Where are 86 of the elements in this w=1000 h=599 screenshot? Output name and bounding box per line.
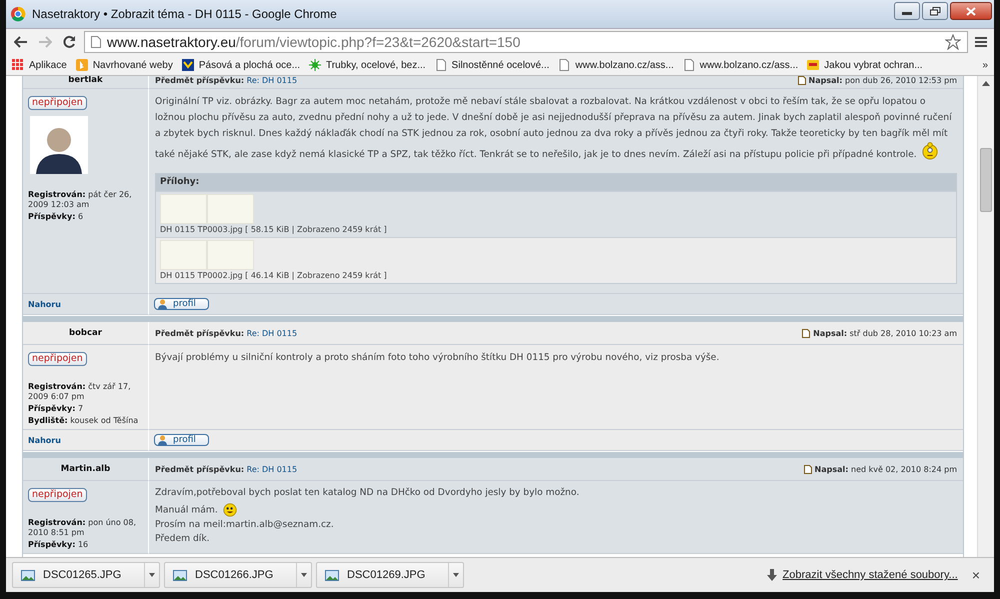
page-icon [434, 59, 447, 71]
offline-status: nepřipojen [28, 352, 87, 366]
post-date: Napsal: ned kvě 02, 2010 8:24 pm [814, 464, 957, 474]
download-item[interactable]: DSC01266.JPG [164, 562, 312, 588]
profile-info: Příspěvky: 16 [28, 540, 90, 550]
scroll-up-icon [982, 80, 990, 86]
attachment-caption: DH 0115 TP0002.jpg [ 46.14 KiB | Zobrazeno 2459 krát ] [160, 271, 387, 280]
post-text: Zdravím,potřeboval bych poslat ten katalog ND na DHčko od Dvordyho jesly by bylo možno. [155, 486, 580, 500]
subject-link[interactable]: Re: DH 0115 [246, 328, 298, 338]
caret-icon [149, 573, 155, 577]
menu-icon[interactable] [974, 36, 988, 48]
post-icon [804, 464, 812, 474]
bookmark-item[interactable]: Pásová a plochá oce... [182, 59, 300, 71]
subject-label: Předmět příspěvku: [155, 76, 244, 84]
post-text: Bývají problémy u silniční kontroly a proto sháním foto toho výrobního štítku DH 0115 pro výrobu nového, viz prosba výše. [155, 351, 720, 365]
post-icon [802, 328, 810, 338]
apps-grid-icon [12, 59, 24, 71]
image-file-icon [21, 570, 35, 580]
user-icon [158, 434, 167, 446]
offline-status: nepřipojen [28, 488, 87, 502]
scrollbar[interactable] [977, 76, 994, 557]
page-icon [91, 36, 101, 48]
bookmark-item[interactable]: www.bolzano.cz/ass... [558, 59, 674, 71]
bookmark-item[interactable]: Aplikace [12, 59, 67, 71]
bookmark-item[interactable]: Navrhované weby [76, 59, 173, 71]
profile-info: Příspěvky: 7 [28, 404, 84, 414]
bookmark-item[interactable]: Jakou vybrat ochran... [807, 59, 923, 71]
download-item[interactable]: DSC01269.JPG [316, 562, 464, 588]
post-text: Originální TP viz. obrázky. Bagr za autem moc netahám, protože mě nebaví stále sbalovat a rozbalovat. Na krátkou vzdálenost v obci to řeším tak, že se opřu lopatou o ložnou plochu přívěsu za auto, zvednu přední nohy a už to jede. V dnešní době je asi nejjednodušší přeprava na přívěsu za autem. Jinak bych zaplatil alespoň povinné ručení a zbytek bych risknul. Dnes každý náklaďák chodí na STK jednou za rok, osobní auto jednou za dva roky a přívěs jednou za čtyři roky. Takže teoreticky by ten bagřík měl mít také nějaké STK, ale zase když nemá klasické TP a SPZ, tak těžko říct. Tenkrát se to neřešilo, jak je to dnes nevím. Záleží asi na přístupu policie při případné kontrole. [155, 95, 953, 162]
document-thumbnail[interactable] [160, 194, 207, 224]
badge-icon [807, 59, 820, 71]
profile-info: Příspěvky: 6 [28, 212, 84, 222]
profile-info: Registrován: pon úno 08, 2010 8:51 pm [28, 518, 138, 538]
caret-icon [453, 573, 459, 577]
user-icon [158, 298, 167, 310]
profile-button[interactable]: profil [154, 434, 209, 446]
image-file-icon [325, 570, 339, 580]
subject-label: Předmět příspěvku: [155, 464, 244, 474]
close-button[interactable] [950, 2, 992, 20]
post-author: Martin.alb [60, 463, 112, 476]
chrome-logo-icon [10, 6, 26, 22]
attachments-title: Přílohy: [156, 174, 956, 191]
download-item[interactable]: DSC01265.JPG [12, 562, 160, 588]
caret-icon [301, 573, 307, 577]
top-link[interactable]: Nahoru [28, 436, 61, 444]
window-title: Nasetraktory • Zobrazit téma - DH 0115 - Google Chrome [32, 7, 338, 21]
post-author: bobcar [68, 327, 103, 340]
star-icon[interactable] [945, 34, 961, 50]
document-thumbnail[interactable] [207, 194, 254, 224]
more-bookmarks[interactable]: » [982, 60, 988, 70]
profile-button[interactable]: profil [154, 298, 209, 310]
b-logo-icon [76, 59, 88, 71]
page-icon [558, 59, 570, 71]
offline-status: nepřipojen [28, 96, 87, 110]
bookmark-item[interactable]: Trubky, ocelové, bez... [309, 59, 426, 71]
back-arrow-icon [14, 36, 28, 48]
top-link[interactable]: Nahoru [28, 300, 61, 308]
profile-info: Bydliště: kousek od Těšína [28, 416, 140, 426]
post-date: Napsal: stř dub 28, 2010 10:23 am [813, 328, 957, 338]
post-text: Prosím na meil:martin.alb@seznam.cz. [155, 518, 335, 532]
reload-icon [62, 35, 76, 49]
bookmark-item[interactable]: Silnostěnné ocelové... [434, 59, 550, 71]
address-bar[interactable]: www.nasetraktory.eu/forum/viewtopic.php?f=23&t=2620&start=150 [84, 31, 968, 53]
close-icon [966, 6, 976, 16]
starburst-icon [309, 59, 322, 71]
restore-icon [930, 6, 940, 16]
site-logo-icon [182, 59, 194, 71]
page-icon [682, 59, 695, 71]
bookmark-item[interactable]: www.bolzano.cz/ass... [682, 59, 798, 71]
scroll-thumb[interactable] [980, 148, 992, 212]
subject-label: Předmět příspěvku: [155, 328, 244, 338]
post-date: Napsal: pon dub 26, 2010 12:53 pm [808, 76, 957, 84]
close-download-bar-button[interactable]: × [964, 567, 988, 583]
image-file-icon [173, 570, 187, 580]
show-all-downloads-link[interactable]: Zobrazit všechny stažené soubory... [782, 569, 958, 581]
post-text: Předem dík. [155, 532, 211, 546]
subject-link[interactable]: Re: DH 0115 [246, 464, 298, 474]
post-text: Manuál mám. [155, 503, 957, 518]
attachment-caption: DH 0115 TP0003.jpg [ 58.15 KiB | Zobrazeno 2459 krát ] [160, 225, 387, 234]
profile-info: Registrován: čtv zář 17, 2009 6:07 pm [28, 382, 132, 402]
profile-info: Registrován: pát čer 26, 2009 12:03 am [28, 190, 133, 210]
subject-link[interactable]: Re: DH 0115 [246, 76, 298, 84]
download-arrow-icon [766, 569, 777, 581]
forward-arrow-icon [38, 36, 52, 48]
minimize-button[interactable] [894, 2, 920, 20]
restore-button[interactable] [922, 2, 948, 20]
